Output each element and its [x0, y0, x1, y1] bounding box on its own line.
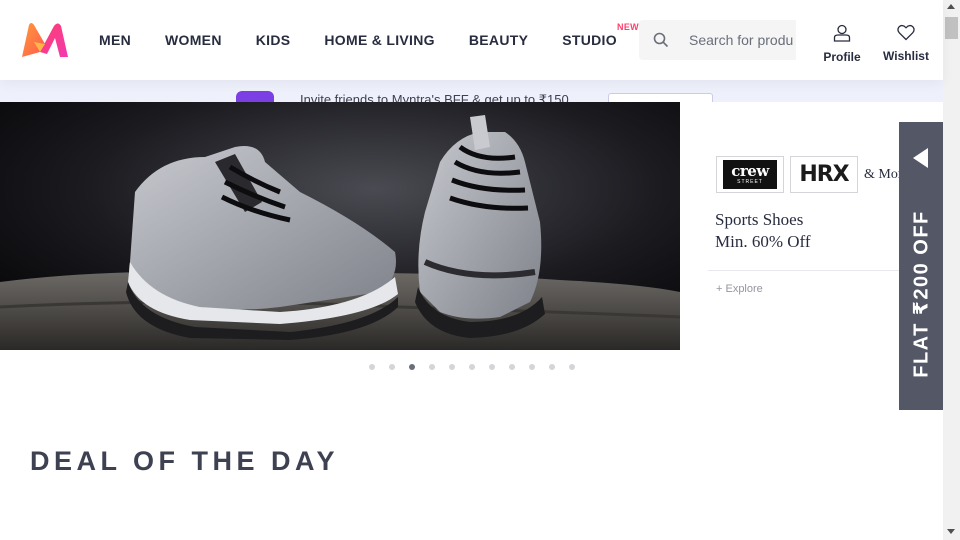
carousel-dot-1[interactable] — [369, 364, 375, 370]
nav-home-living[interactable]: HOME & LIVING — [324, 32, 434, 48]
search-input[interactable] — [683, 32, 793, 48]
scroll-down-arrow-icon[interactable] — [947, 529, 955, 534]
nav-men[interactable]: MEN — [99, 32, 131, 48]
nav-studio[interactable]: STUDIO NEW — [562, 22, 638, 48]
myntra-logo[interactable] — [20, 22, 70, 58]
explore-link[interactable]: + Explore — [716, 283, 763, 295]
search-bar — [639, 20, 796, 60]
carousel-dots — [369, 364, 589, 370]
search-icon[interactable] — [639, 20, 683, 60]
profile-button[interactable]: Profile — [823, 24, 861, 64]
gift-icon — [236, 91, 274, 102]
header: MEN WOMEN KIDS HOME & LIVING BEAUTY STUD… — [0, 0, 943, 80]
carousel-dot-4[interactable] — [429, 364, 435, 370]
nav-kids[interactable]: KIDS — [256, 32, 291, 48]
promo-text: Invite friends to Myntra's BFF & get up … — [300, 92, 569, 102]
referral-promo-strip[interactable]: Invite friends to Myntra's BFF & get up … — [0, 80, 943, 102]
wishlist-button[interactable]: Wishlist — [883, 24, 929, 63]
divider — [708, 270, 908, 271]
crew-street-logo: crew STREET — [723, 160, 777, 189]
profile-label: Profile — [823, 50, 861, 64]
wishlist-label: Wishlist — [883, 49, 929, 63]
offer-title: Sports Shoes Min. 60% Off — [715, 210, 811, 251]
carousel-dot-8[interactable] — [509, 364, 515, 370]
scroll-thumb[interactable] — [945, 17, 958, 39]
brand-logos: crew STREET HRX & More — [716, 156, 909, 193]
hrx-logo: HRX — [799, 162, 849, 187]
person-icon — [833, 24, 851, 47]
carousel-dot-3[interactable] — [409, 364, 415, 370]
promo-button[interactable] — [608, 93, 713, 102]
section-title: DEAL OF THE DAY — [30, 446, 340, 476]
page-scrollbar[interactable] — [943, 0, 960, 540]
hero-banner-image[interactable] — [0, 102, 680, 350]
carousel-dot-11[interactable] — [569, 364, 575, 370]
collapse-arrow-icon[interactable] — [913, 148, 928, 168]
flat-offer-text: FLAT ₹200 OFF — [910, 210, 933, 378]
scroll-up-arrow-icon[interactable] — [947, 4, 955, 9]
heart-icon — [897, 24, 915, 46]
brand-hrx[interactable]: HRX — [790, 156, 858, 193]
main-nav: MEN WOMEN KIDS HOME & LIVING BEAUTY STUD… — [99, 0, 651, 80]
brand-crew-street[interactable]: crew STREET — [716, 156, 784, 193]
carousel-dot-7[interactable] — [489, 364, 495, 370]
carousel-dot-9[interactable] — [529, 364, 535, 370]
nav-beauty[interactable]: BEAUTY — [469, 32, 528, 48]
carousel-dot-10[interactable] — [549, 364, 555, 370]
nav-women[interactable]: WOMEN — [165, 32, 222, 48]
carousel-dot-5[interactable] — [449, 364, 455, 370]
new-badge: NEW — [617, 22, 639, 32]
carousel-dot-2[interactable] — [389, 364, 395, 370]
flat-offer-tab[interactable]: FLAT ₹200 OFF — [899, 122, 943, 410]
carousel-dot-6[interactable] — [469, 364, 475, 370]
